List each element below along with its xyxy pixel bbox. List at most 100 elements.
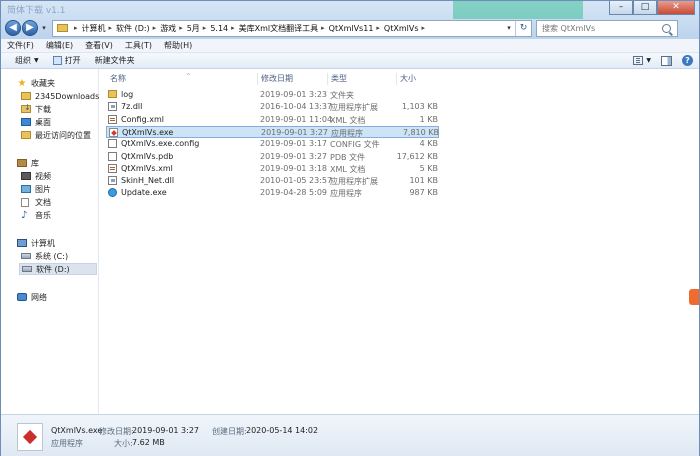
network-icon [17, 293, 27, 301]
close-button[interactable]: ✕ [657, 1, 695, 15]
breadcrumb-item[interactable]: 5月 ▸ [187, 23, 211, 34]
address-bar[interactable]: ▸ 计算机 ▸ 软件 (D:) ▸ 游戏 ▸ 5月 ▸ 5.14 ▸ 美库Xml文档翻译工具 ▸ QtXm… [52, 19, 532, 37]
star-icon: ★ [17, 77, 27, 89]
sidebar-item-2345downloads[interactable]: 2345Downloads [21, 90, 99, 102]
minimize-button[interactable]: – [609, 1, 633, 15]
computer-icon [17, 239, 27, 247]
open-button[interactable]: 打开 [52, 55, 81, 66]
column-header-size[interactable]: 大小 [398, 73, 443, 85]
file-size: 1,103 KB [401, 102, 438, 112]
chevron-right-icon[interactable]: ▸ [179, 24, 183, 32]
table-row[interactable]: Update.exe 2019-04-28 5:09 应用程序 987 KB [106, 187, 439, 199]
file-date: 2019-09-01 11:04 [260, 114, 333, 124]
sidebar-item-drive-c[interactable]: 系统 (C:) [21, 250, 68, 262]
column-header-label: 名称 [110, 74, 126, 83]
details-pane: QtXmlVs.exe 应用程序 修改日期: 2019-09-01 3:27 大… [1, 414, 699, 456]
chevron-right-icon[interactable]: ▸ [109, 24, 113, 32]
breadcrumb-item[interactable]: 软件 (D:) ▸ [116, 23, 160, 34]
table-row[interactable]: SkinH_Net.dll 2010-01-05 23:57 应用程序扩展 101 K… [106, 175, 439, 187]
file-date: 2019-09-01 3:27 [260, 151, 327, 161]
title-bar: 简体下载 v1.1 – □ ✕ ◀ ▶ ▾ ▸ 计算机 ▸ 软件 (D:) ▸ 游戏 ▸ 5月… [1, 1, 699, 39]
search-icon[interactable] [662, 23, 671, 33]
floating-widget-tab[interactable] [689, 289, 699, 305]
column-header-type[interactable]: 类型 [329, 73, 397, 85]
preview-pane-icon[interactable] [661, 55, 672, 66]
breadcrumb-label: 计算机 [81, 23, 106, 33]
chevron-right-icon[interactable]: ▸ [321, 24, 325, 32]
open-label: 打开 [64, 56, 81, 65]
sidebar-item-desktop[interactable]: 桌面 [21, 116, 51, 128]
sidebar-item-recent[interactable]: 最近访问的位置 [21, 129, 91, 141]
help-icon[interactable]: ? [682, 55, 693, 66]
breadcrumb-item[interactable]: 游戏 ▸ [160, 23, 187, 34]
refresh-icon[interactable]: ↻ [515, 20, 531, 36]
command-bar: 组织 ▼ 打开 新建文件夹 ▼ ? [1, 53, 699, 69]
chevron-right-icon[interactable]: ▸ [203, 24, 207, 32]
sidebar-item-drive-d[interactable]: 软件 (D:) [19, 263, 97, 275]
search-box[interactable] [536, 19, 678, 37]
back-button[interactable]: ◀ [5, 20, 21, 36]
breadcrumb-item[interactable]: 美库Xml文档翻译工具 ▸ [239, 23, 329, 34]
breadcrumb-label: 软件 (D:) [116, 23, 150, 33]
file-name: QtXmlVs.pdb [121, 151, 174, 161]
menu-tools[interactable]: 工具(T) [125, 40, 152, 51]
change-view-icon[interactable] [633, 56, 644, 65]
file-name: 7z.dll [121, 102, 143, 112]
address-dropdown[interactable]: ▾ [503, 24, 515, 32]
column-header-date[interactable]: 修改日期 [259, 73, 328, 85]
xml-file-icon [108, 163, 117, 173]
chevron-right-icon[interactable]: ▸ [422, 24, 426, 32]
sidebar-item-favorites[interactable]: ★ 收藏夹 [17, 77, 55, 89]
library-icon [17, 159, 27, 167]
file-name: Update.exe [121, 188, 167, 198]
chevron-right-icon[interactable]: ▸ [376, 24, 380, 32]
breadcrumb-label: 游戏 [160, 23, 177, 33]
chevron-right-icon[interactable]: ▸ [74, 24, 78, 32]
sidebar-item-videos[interactable]: 视频 [21, 170, 51, 182]
organize-button[interactable]: 组织 ▼ [15, 55, 39, 66]
table-row[interactable]: log 2019-09-01 3:23 文件夹 [106, 89, 439, 101]
menu-view[interactable]: 查看(V) [85, 40, 113, 51]
sidebar-item-network[interactable]: 网络 [17, 291, 47, 303]
organize-label: 组织 [15, 56, 31, 65]
table-row[interactable]: QtXmlVs.pdb 2019-09-01 3:27 PDB 文件 17,612 K… [106, 151, 439, 163]
breadcrumb-item[interactable]: 5.14 ▸ [210, 23, 238, 34]
file-type: CONFIG 文件 [330, 140, 380, 150]
sidebar-item-computer[interactable]: 计算机 [17, 237, 55, 249]
sidebar-item-label: 文档 [35, 197, 51, 207]
menu-help[interactable]: 帮助(H) [164, 40, 192, 51]
sidebar-item-music[interactable]: ♪ 音乐 [21, 209, 51, 221]
file-date: 2019-09-01 3:17 [260, 139, 327, 149]
menu-edit[interactable]: 编辑(E) [46, 40, 73, 51]
chevron-right-icon[interactable]: ▸ [153, 24, 157, 32]
sidebar-item-downloads[interactable]: 下载 [21, 103, 51, 115]
file-type: 应用程序 [330, 189, 362, 199]
xml-file-icon [108, 114, 117, 124]
column-header-label: 类型 [331, 74, 347, 83]
new-folder-button[interactable]: 新建文件夹 [95, 55, 135, 66]
table-row[interactable]: QtXmlVs.exe 2019-09-01 3:27 应用程序 7,810 KB [106, 125, 439, 138]
search-input[interactable] [542, 23, 660, 33]
dll-file-icon [108, 102, 117, 112]
sidebar-item-pictures[interactable]: 图片 [21, 183, 51, 195]
table-row[interactable]: QtXmlVs.xml 2019-09-01 3:18 XML 文档 5 KB [106, 163, 439, 175]
chevron-right-icon[interactable]: ▸ [231, 24, 235, 32]
breadcrumb-item[interactable]: QtXmlVs ▸ [384, 23, 429, 34]
sidebar-item-library[interactable]: 库 [17, 157, 39, 169]
new-folder-label: 新建文件夹 [94, 56, 135, 65]
column-header-name[interactable]: 名称 ^ [108, 73, 258, 85]
recent-pages-dropdown[interactable]: ▾ [39, 24, 49, 32]
breadcrumb-item[interactable]: ▸ 计算机 ▸ [71, 23, 116, 34]
table-row[interactable]: QtXmlVs.exe.config 2019-09-01 3:17 CONFIG … [106, 138, 439, 150]
table-row[interactable]: Config.xml 2019-09-01 11:04 XML 文档 1 KB [106, 114, 439, 126]
chevron-down-icon[interactable]: ▼ [646, 57, 651, 64]
maximize-button[interactable]: □ [633, 1, 657, 15]
table-row[interactable]: 7z.dll 2016-10-04 13:37 应用程序扩展 1,103 KB [106, 101, 439, 113]
sidebar-item-documents[interactable]: 文档 [21, 196, 51, 208]
details-modified-label: 修改日期: [99, 427, 134, 436]
forward-button[interactable]: ▶ [22, 20, 38, 36]
menu-file[interactable]: 文件(F) [7, 40, 34, 51]
breadcrumb-item[interactable]: QtXmlVs11 ▸ [329, 23, 384, 34]
file-type: 文件夹 [330, 91, 354, 100]
sidebar-item-label: 下载 [35, 104, 51, 114]
